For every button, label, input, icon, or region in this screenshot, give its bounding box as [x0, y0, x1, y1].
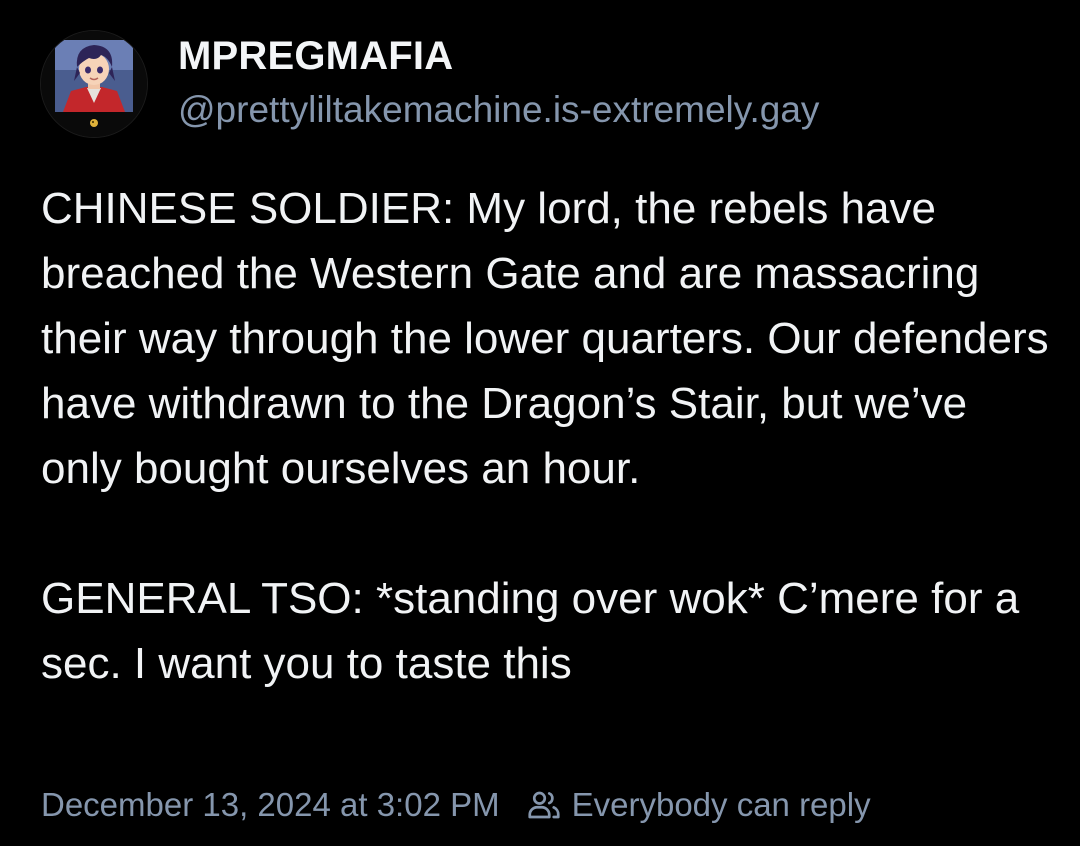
- post-card: MPREGMAFIA @prettyliltakemachine.is-extr…: [0, 0, 1080, 846]
- post-body: CHINESE SOLDIER: My lord, the rebels hav…: [41, 176, 1051, 696]
- post-footer: December 13, 2024 at 3:02 PM Everybody c…: [41, 786, 871, 824]
- people-icon: [528, 791, 560, 819]
- post-paragraph: GENERAL TSO: *standing over wok* C’mere …: [41, 574, 1020, 688]
- post-timestamp[interactable]: December 13, 2024 at 3:02 PM: [41, 786, 500, 824]
- anime-character-avatar-icon: [41, 31, 147, 137]
- reply-setting-label: Everybody can reply: [571, 786, 871, 823]
- author-names: MPREGMAFIA @prettyliltakemachine.is-extr…: [178, 34, 819, 133]
- post-header: MPREGMAFIA @prettyliltakemachine.is-extr…: [40, 30, 819, 138]
- display-name[interactable]: MPREGMAFIA: [178, 32, 819, 80]
- user-handle[interactable]: @prettyliltakemachine.is-extremely.gay: [178, 87, 819, 133]
- avatar[interactable]: [40, 30, 148, 138]
- reply-setting: Everybody can reply: [526, 786, 871, 824]
- post-paragraph: CHINESE SOLDIER: My lord, the rebels hav…: [41, 184, 1049, 493]
